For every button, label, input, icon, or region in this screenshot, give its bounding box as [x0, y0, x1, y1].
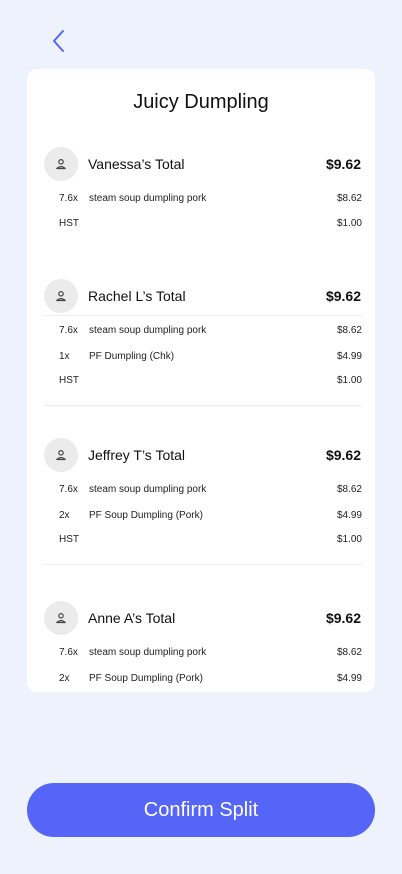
- item-qty: 2x: [59, 672, 70, 684]
- item-amount: $1.00: [336, 533, 362, 545]
- item-amount: $4.99: [336, 672, 362, 684]
- avatar: [44, 147, 78, 181]
- person-header: Vanessa’s Total $9.62: [44, 147, 362, 181]
- item-qty: HST: [59, 217, 79, 229]
- divider: [44, 405, 362, 406]
- item-qty: HST: [59, 533, 79, 545]
- person-total: $9.62: [325, 610, 361, 626]
- item-desc: PF Dumpling (Chk): [89, 350, 175, 362]
- item-amount: $1.00: [336, 374, 362, 386]
- item-qty: 7.6x: [59, 483, 78, 495]
- line-item: 2x PF Soup Dumpling (Pork) $4.99: [44, 670, 362, 686]
- avatar: [44, 438, 78, 472]
- user-icon: [56, 290, 66, 302]
- person-total: $9.62: [325, 447, 361, 463]
- divider: [44, 315, 362, 316]
- back-button[interactable]: [46, 28, 70, 54]
- chevron-left-icon: [53, 30, 64, 52]
- person-name: Jeffrey T’s Total: [88, 447, 186, 463]
- item-desc: steam soup dumpling pork: [89, 192, 207, 204]
- line-item: 7.6x steam soup dumpling pork $8.62: [44, 322, 362, 338]
- person-header: Rachel L’s Total $9.62: [44, 279, 362, 313]
- person-header: Jeffrey T’s Total $9.62: [44, 438, 362, 472]
- item-amount: $8.62: [336, 483, 362, 495]
- person-total: $9.62: [325, 288, 361, 304]
- user-icon: [56, 158, 66, 170]
- item-amount: $1.00: [336, 217, 362, 229]
- confirm-split-button[interactable]: Confirm Split: [27, 783, 375, 837]
- line-item: HST $1.00: [44, 372, 362, 388]
- avatar: [44, 279, 78, 313]
- item-qty: 1x: [59, 350, 70, 362]
- avatar: [44, 601, 78, 635]
- person-name: Anne A’s Total: [88, 610, 176, 626]
- line-item: HST $1.00: [44, 531, 362, 547]
- line-item: HST $1.00: [44, 215, 362, 231]
- item-amount: $8.62: [336, 324, 362, 336]
- item-amount: $4.99: [336, 350, 362, 362]
- person-name: Rachel L’s Total: [88, 288, 186, 304]
- item-qty: HST: [59, 374, 79, 386]
- item-qty: 7.6x: [59, 646, 78, 658]
- item-desc: steam soup dumpling pork: [89, 483, 207, 495]
- line-item: 2x PF Soup Dumpling (Pork) $4.99: [44, 507, 362, 523]
- split-card: Juicy Dumpling Vanessa’s Total $9.62 7.6…: [27, 69, 375, 692]
- item-qty: 2x: [59, 509, 70, 521]
- person-total: $9.62: [325, 156, 361, 172]
- item-desc: PF Soup Dumpling (Pork): [89, 509, 203, 521]
- person-name: Vanessa’s Total: [88, 156, 185, 172]
- user-icon: [56, 449, 66, 461]
- item-amount: $8.62: [336, 192, 362, 204]
- divider: [44, 564, 362, 565]
- line-item: 1x PF Dumpling (Chk) $4.99: [44, 348, 362, 364]
- line-item: 7.6x steam soup dumpling pork $8.62: [44, 644, 362, 660]
- item-desc: PF Soup Dumpling (Pork): [89, 672, 203, 684]
- person-header: Anne A’s Total $9.62: [44, 601, 362, 635]
- item-desc: steam soup dumpling pork: [89, 324, 207, 336]
- user-icon: [56, 612, 66, 624]
- item-qty: 7.6x: [59, 192, 78, 204]
- item-desc: steam soup dumpling pork: [89, 646, 207, 658]
- line-item: 7.6x steam soup dumpling pork $8.62: [44, 481, 362, 497]
- restaurant-title: Juicy Dumpling: [133, 91, 269, 113]
- item-amount: $4.99: [336, 509, 362, 521]
- item-qty: 7.6x: [59, 324, 78, 336]
- line-item: 7.6x steam soup dumpling pork $8.62: [44, 190, 362, 206]
- item-amount: $8.62: [336, 646, 362, 658]
